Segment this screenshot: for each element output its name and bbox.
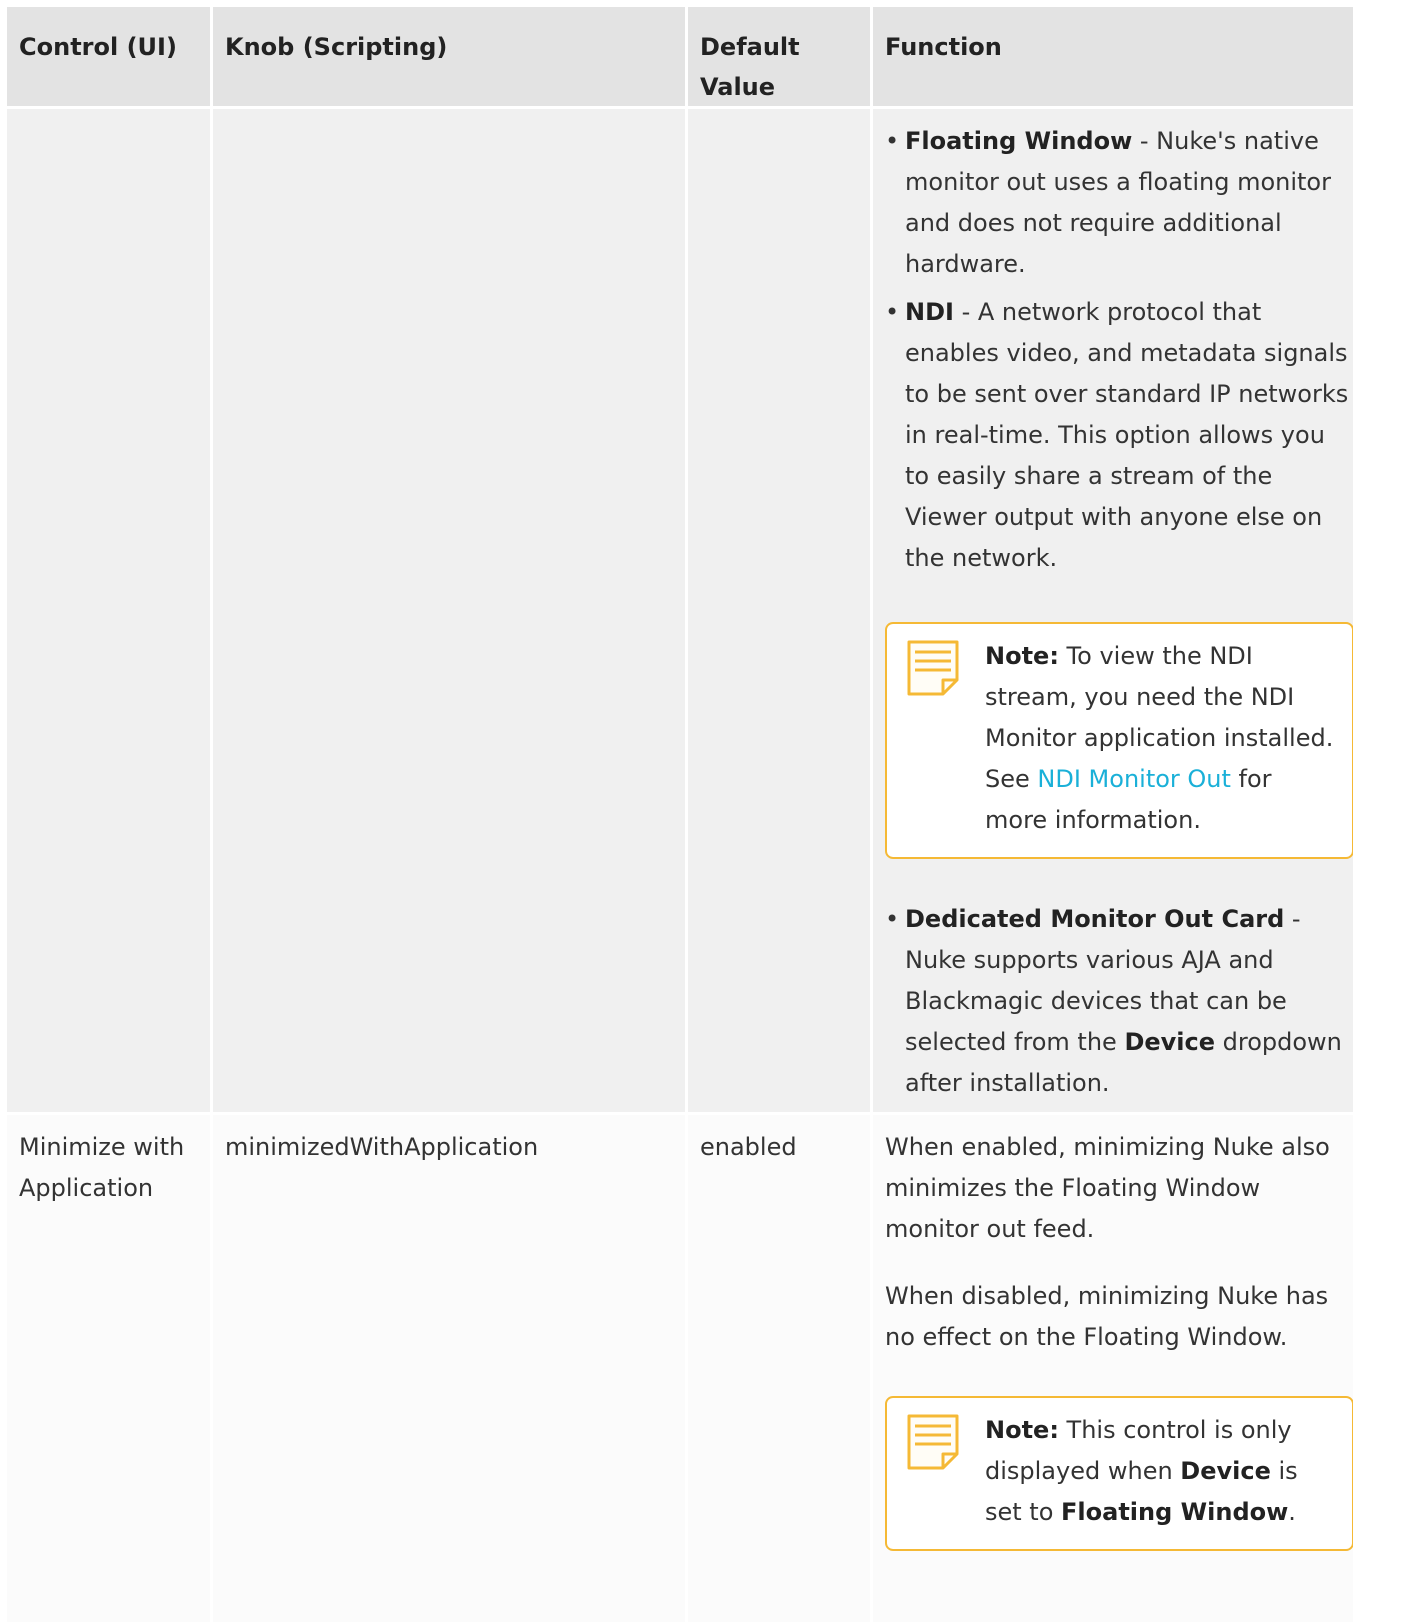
row2-knob: minimizedWithApplication [213,1115,685,1622]
paragraph-enabled: When enabled, minimizing Nuke also minim… [885,1133,1330,1243]
header-control-label: Control (UI) [19,33,177,61]
header-function-label: Function [885,33,1002,61]
device-bold: Device [1124,1028,1216,1056]
header-knob: Knob (Scripting) [213,7,685,106]
header-knob-label: Knob (Scripting) [225,33,448,61]
doc-table: Control (UI) Knob (Scripting) Default Va… [0,0,1406,1622]
list-item-floating-window: Floating Window - Nuke's native monitor … [885,121,1349,285]
row1-function: Floating Window - Nuke's native monitor … [873,109,1353,1112]
note-label: Note: [985,642,1059,670]
row1-default [688,109,870,1112]
header-function: Function [873,7,1353,106]
note-icon [907,1414,959,1470]
list-item-ndi: NDI - A network protocol that enables vi… [885,292,1349,579]
bullet-bold: Floating Window [905,127,1133,155]
bullet-text: - A network protocol that enables video,… [905,298,1349,572]
device-bold: Device [1180,1457,1271,1485]
control-name: Minimize with Application [19,1133,185,1202]
floating-window-bold: Floating Window [1061,1498,1289,1526]
header-default-label: Default Value [700,33,800,101]
ndi-monitor-out-link[interactable]: NDI Monitor Out [1037,765,1231,793]
bullet-bold: Dedicated Monitor Out Card [905,905,1285,933]
knob-name: minimizedWithApplication [225,1133,539,1161]
header-default: Default Value [688,7,870,106]
row2-control: Minimize with Application [7,1115,210,1622]
row2-function: When enabled, minimizing Nuke also minim… [873,1115,1353,1622]
list-item-dedicated-card: Dedicated Monitor Out Card - Nuke suppor… [885,899,1349,1104]
bullet-bold: NDI [905,298,954,326]
note-text-end: . [1288,1498,1296,1526]
note-callout-2: Note: This control is only displayed whe… [885,1396,1353,1551]
row1-control [7,109,210,1112]
default-value: enabled [700,1133,797,1161]
note-callout: Note: To view the NDI stream, you need t… [885,622,1353,859]
paragraph-disabled: When disabled, minimizing Nuke has no ef… [885,1282,1329,1351]
note-label: Note: [985,1416,1059,1444]
row2-default: enabled [688,1115,870,1622]
row1-knob [213,109,685,1112]
note-icon [907,640,959,696]
header-control: Control (UI) [7,7,210,106]
